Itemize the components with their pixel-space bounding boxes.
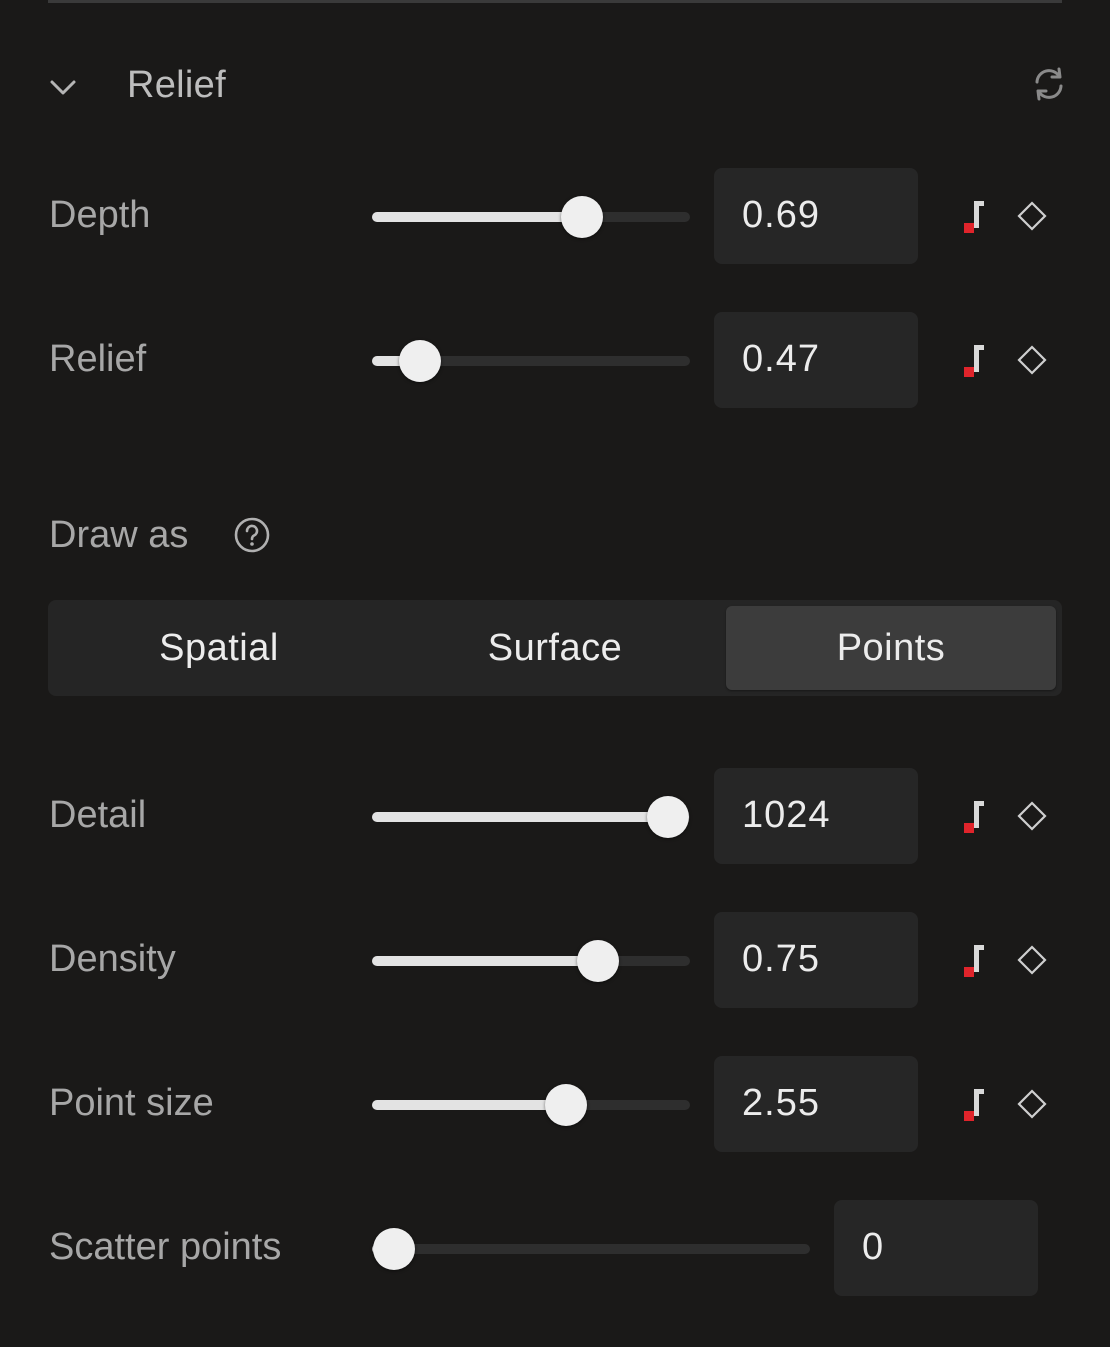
- keyframe-diamond-icon[interactable]: [1016, 344, 1048, 376]
- scatter-points-slider-thumb[interactable]: [373, 1228, 415, 1270]
- detail-slider-fill: [372, 812, 668, 822]
- detail-label: Detail: [49, 794, 147, 836]
- depth-value-field[interactable]: 0.69: [714, 168, 918, 264]
- depth-slider-thumb[interactable]: [561, 196, 603, 238]
- animate-icon[interactable]: [960, 1087, 988, 1123]
- keyframe-diamond-icon[interactable]: [1016, 944, 1048, 976]
- detail-slider-thumb[interactable]: [647, 796, 689, 838]
- detail-value-field[interactable]: 1024: [714, 768, 918, 864]
- help-circle-icon[interactable]: [233, 516, 271, 554]
- scatter-points-value-field[interactable]: 0: [834, 1200, 1038, 1296]
- detail-value: 1024: [742, 794, 831, 836]
- point-size-value: 2.55: [742, 1082, 820, 1124]
- density-value-field[interactable]: 0.75: [714, 912, 918, 1008]
- segment-points[interactable]: Points: [726, 606, 1056, 690]
- keyframe-diamond-icon[interactable]: [1016, 800, 1048, 832]
- relief-label: Relief: [49, 338, 147, 380]
- point-size-slider-thumb[interactable]: [545, 1084, 587, 1126]
- relief-value: 0.47: [742, 338, 820, 380]
- section-divider: [48, 0, 1062, 3]
- scatter-points-label: Scatter points: [49, 1226, 282, 1268]
- relief-value-field[interactable]: 0.47: [714, 312, 918, 408]
- point-size-row: Point size 2.55: [0, 1056, 1110, 1152]
- density-slider-fill: [372, 956, 598, 966]
- depth-row: Depth 0.69: [0, 168, 1110, 264]
- relief-row: Relief 0.47: [0, 312, 1110, 408]
- animate-icon[interactable]: [960, 199, 988, 235]
- animate-icon[interactable]: [960, 799, 988, 835]
- keyframe-diamond-icon[interactable]: [1016, 200, 1048, 232]
- draw-as-label: Draw as: [49, 514, 189, 556]
- density-value: 0.75: [742, 938, 820, 980]
- density-row: Density 0.75: [0, 912, 1110, 1008]
- scatter-points-value: 0: [862, 1226, 885, 1268]
- refresh-icon[interactable]: [1030, 65, 1068, 103]
- detail-row: Detail 1024: [0, 768, 1110, 864]
- segment-spatial[interactable]: Spatial: [54, 606, 384, 690]
- density-slider[interactable]: [372, 940, 690, 982]
- depth-slider-fill: [372, 212, 582, 222]
- point-size-value-field[interactable]: 2.55: [714, 1056, 918, 1152]
- point-size-slider[interactable]: [372, 1084, 690, 1126]
- depth-label: Depth: [49, 194, 151, 236]
- density-slider-thumb[interactable]: [577, 940, 619, 982]
- chevron-down-icon[interactable]: [48, 72, 78, 102]
- relief-slider-thumb[interactable]: [399, 340, 441, 382]
- section-header[interactable]: Relief: [0, 50, 1110, 120]
- point-size-slider-fill: [372, 1100, 566, 1110]
- draw-as-segmented-control: Spatial Surface Points: [48, 600, 1062, 696]
- detail-slider[interactable]: [372, 796, 690, 838]
- relief-slider[interactable]: [372, 340, 690, 382]
- depth-slider[interactable]: [372, 196, 690, 238]
- density-label: Density: [49, 938, 176, 980]
- animate-icon[interactable]: [960, 943, 988, 979]
- scatter-points-row: Scatter points 0: [0, 1200, 1110, 1296]
- section-title: Relief: [127, 64, 226, 106]
- scatter-points-slider[interactable]: [372, 1228, 810, 1270]
- keyframe-diamond-icon[interactable]: [1016, 1088, 1048, 1120]
- segment-surface[interactable]: Surface: [390, 606, 720, 690]
- depth-value: 0.69: [742, 194, 820, 236]
- relief-panel: Relief Depth 0.69 Relief 0.47 Draw as Sp…: [0, 0, 1110, 1347]
- animate-icon[interactable]: [960, 343, 988, 379]
- point-size-label: Point size: [49, 1082, 214, 1124]
